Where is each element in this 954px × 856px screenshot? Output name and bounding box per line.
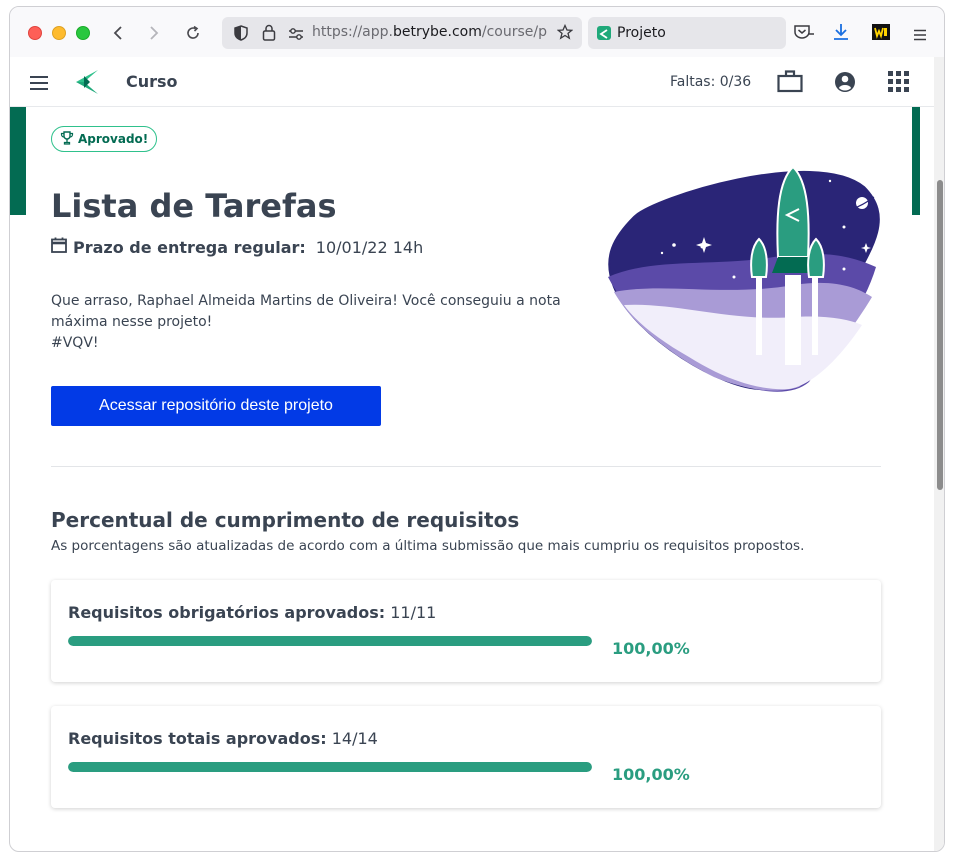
project-content: Aprovado! Lista de Tarefas Prazo de entr… [34,107,912,851]
briefcase-icon[interactable] [777,69,803,97]
repository-button[interactable]: Acessar repositório deste projeto [51,386,381,426]
course-link[interactable]: Curso [126,72,178,91]
maximize-window-button[interactable] [76,26,90,40]
permissions-icon[interactable] [288,26,304,45]
rocket-illustration [594,157,894,401]
pocket-icon[interactable] [794,24,814,44]
browser-window: https://app.betrybe.com/course/p Projeto [9,6,945,852]
scrollbar-thumb[interactable] [937,180,943,490]
shield-icon[interactable] [234,25,248,45]
progress-fill [68,636,592,646]
absences-counter: Faltas: 0/36 [670,74,752,90]
deadline: Prazo de entrega regular: 10/01/22 14h [51,237,423,257]
url-text[interactable]: https://app.betrybe.com/course/p [312,24,548,40]
progress-bar [68,762,592,772]
minimize-window-button[interactable] [52,26,66,40]
forward-icon[interactable] [140,20,166,46]
tab-favicon-icon [597,26,611,40]
trophy-icon [60,130,74,148]
apps-grid-icon[interactable] [888,71,909,96]
requirements-subtitle: As porcentagens são atualizadas de acord… [51,538,805,554]
calendar-icon [51,237,67,257]
total-requirements-card: Requisitos totais aprovados: 14/14 100,0… [51,706,881,808]
card-label: Requisitos obrigatórios aprovados: 11/11 [68,603,437,622]
tab-title: Projeto [617,25,666,41]
trybe-logo-icon[interactable] [72,68,100,100]
congrats-text: Que arraso, Raphael Almeida Martins de O… [51,293,561,330]
browser-tab[interactable]: Projeto [588,17,786,49]
account-icon[interactable] [834,71,856,97]
bookmark-star-icon[interactable] [556,23,574,44]
hamburger-menu-icon[interactable] [29,75,49,95]
back-icon[interactable] [106,20,132,46]
close-window-button[interactable] [28,26,42,40]
requirements-title: Percentual de cumprimento de requisitos [51,508,520,532]
app-menu-icon[interactable] [913,26,927,45]
page-accent-left [10,107,26,215]
progress-bar [68,636,592,646]
page-title: Lista de Tarefas [51,187,337,225]
extension-icon[interactable] [872,24,890,44]
mandatory-requirements-card: Requisitos obrigatórios aprovados: 11/11… [51,580,881,682]
status-badge: Aprovado! [51,126,158,152]
status-badge-label: Aprovado! [78,132,149,146]
section-divider [51,466,881,467]
progress-percent: 100,00% [612,765,690,784]
deadline-value: 10/01/22 14h [315,237,424,257]
card-label: Requisitos totais aprovados: 14/14 [68,729,378,748]
address-bar[interactable]: https://app.betrybe.com/course/p [222,17,582,49]
browser-toolbar: https://app.betrybe.com/course/p Projeto [10,7,944,57]
congrats-message: Que arraso, Raphael Almeida Martins de O… [51,291,571,354]
reload-icon[interactable] [180,20,206,46]
app-header: Curso Faltas: 0/36 [10,57,944,107]
lock-icon[interactable] [262,24,276,45]
deadline-label: Prazo de entrega regular: [73,237,306,257]
progress-fill [68,762,592,772]
vqv-text: #VQV! [51,335,99,351]
progress-percent: 100,00% [612,639,690,658]
download-icon[interactable] [833,23,849,45]
